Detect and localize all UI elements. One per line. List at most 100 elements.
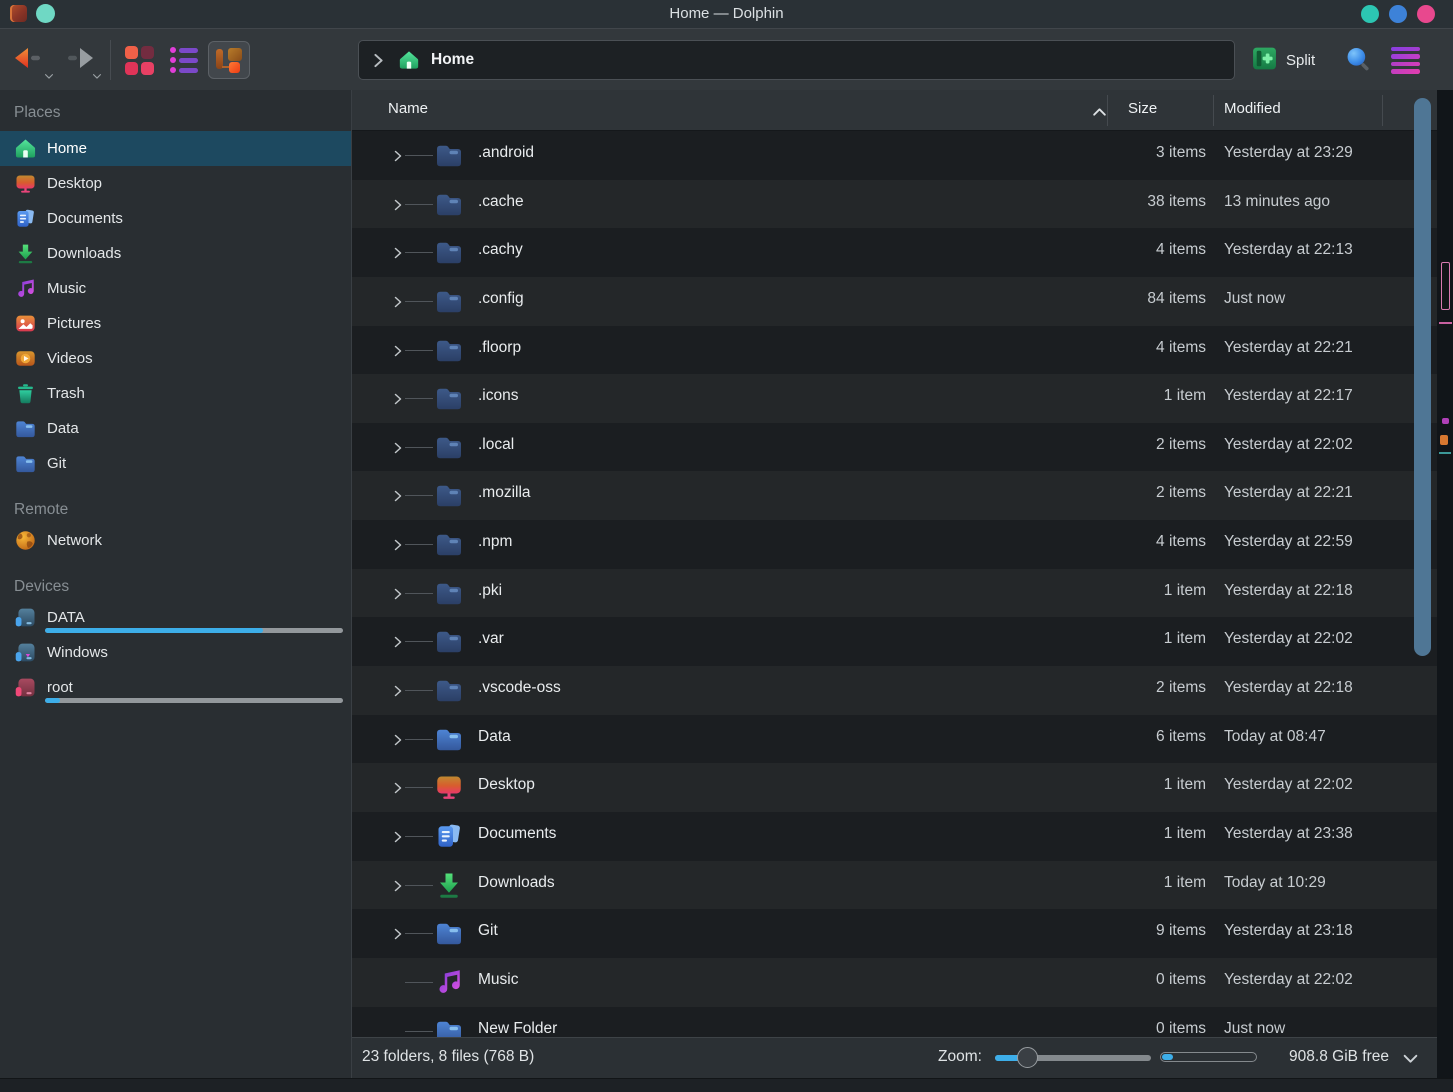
search-button[interactable]: [1344, 45, 1372, 73]
expand-chevron-icon[interactable]: [392, 781, 404, 793]
expand-chevron-icon[interactable]: [392, 927, 404, 939]
expand-chevron-icon[interactable]: [392, 635, 404, 647]
file-row--android[interactable]: .android3 itemsYesterday at 23:29: [352, 131, 1437, 180]
music-icon: [14, 277, 37, 300]
sidebar-item-label: Home: [47, 140, 87, 157]
forward-dropdown-chevron-icon[interactable]: [92, 67, 102, 85]
file-row--npm[interactable]: .npm4 itemsYesterday at 22:59: [352, 520, 1437, 569]
expand-chevron-icon[interactable]: [392, 684, 404, 696]
location-bar[interactable]: Home: [358, 40, 1235, 80]
file-row-new-folder[interactable]: New Folder0 itemsJust now: [352, 1007, 1437, 1037]
window-button-blue[interactable]: [1389, 5, 1407, 23]
free-space-chevron-icon[interactable]: [1402, 1052, 1419, 1070]
file-row--mozilla[interactable]: .mozilla2 itemsYesterday at 22:21: [352, 471, 1437, 520]
split-button[interactable]: Split: [1251, 44, 1315, 76]
column-separator[interactable]: [1213, 95, 1214, 126]
menu-icon: [1391, 47, 1420, 51]
file-row--vscode-oss[interactable]: .vscode-oss2 itemsYesterday at 22:18: [352, 666, 1437, 715]
folder-icon: [434, 1016, 464, 1037]
back-dropdown-chevron-icon[interactable]: [44, 67, 54, 85]
file-row--cache[interactable]: .cache38 items13 minutes ago: [352, 180, 1437, 229]
sidebar-item-home[interactable]: Home: [0, 131, 351, 166]
file-row--cachy[interactable]: .cachy4 itemsYesterday at 22:13: [352, 228, 1437, 277]
expand-chevron-icon[interactable]: [392, 392, 404, 404]
column-separator[interactable]: [1107, 95, 1108, 126]
tree-branch-line: [405, 495, 433, 496]
details-view-button[interactable]: [163, 41, 205, 79]
sort-ascending-icon[interactable]: [1092, 104, 1107, 121]
drive-root-icon: [14, 676, 37, 699]
file-row-data[interactable]: Data6 itemsToday at 08:47: [352, 715, 1437, 764]
expand-chevron-icon[interactable]: [392, 879, 404, 891]
zoom-slider[interactable]: [995, 1055, 1151, 1061]
expand-chevron-icon[interactable]: [392, 733, 404, 745]
file-row-documents[interactable]: Documents1 itemYesterday at 23:38: [352, 812, 1437, 861]
expand-chevron-icon[interactable]: [392, 198, 404, 210]
file-size: 1 item: [1052, 776, 1206, 794]
file-modified: Yesterday at 23:18: [1224, 922, 1353, 940]
file-row-downloads[interactable]: Downloads1 itemToday at 10:29: [352, 861, 1437, 910]
folder-hidden-icon: [434, 432, 464, 462]
breadcrumb-location[interactable]: Home: [431, 51, 474, 69]
tree-branch-line: [405, 252, 433, 253]
file-row-desktop[interactable]: Desktop1 itemYesterday at 22:02: [352, 763, 1437, 812]
background-fragment: [1439, 452, 1451, 454]
sidebar-item-music[interactable]: Music: [0, 271, 351, 306]
sidebar-item-git[interactable]: Git: [0, 446, 351, 481]
tree-view-button[interactable]: [208, 41, 250, 79]
sidebar-item-data[interactable]: DATA: [0, 600, 351, 635]
file-name: .local: [478, 436, 514, 454]
column-header-size[interactable]: Size: [1128, 100, 1157, 117]
back-button[interactable]: [12, 45, 56, 77]
expand-chevron-icon[interactable]: [392, 830, 404, 842]
column-separator[interactable]: [1382, 95, 1383, 126]
breadcrumb-chevron-icon: [371, 53, 386, 68]
file-modified: Yesterday at 22:21: [1224, 339, 1353, 357]
window-button-teal[interactable]: [1361, 5, 1379, 23]
tree-branch-line: [405, 204, 433, 205]
file-row-music[interactable]: Music0 itemsYesterday at 22:02: [352, 958, 1437, 1007]
sidebar-item-windows[interactable]: Windows: [0, 635, 351, 670]
icons-view-button[interactable]: [118, 41, 160, 79]
network-icon: [14, 529, 37, 552]
expand-chevron-icon[interactable]: [392, 246, 404, 258]
sidebar-item-label: Network: [47, 532, 102, 549]
file-row-git[interactable]: Git9 itemsYesterday at 23:18: [352, 909, 1437, 958]
sidebar-item-downloads[interactable]: Downloads: [0, 236, 351, 271]
file-name: New Folder: [478, 1020, 557, 1037]
column-header-modified[interactable]: Modified: [1224, 100, 1281, 117]
hamburger-menu-button[interactable]: [1391, 47, 1420, 74]
window-button-pink[interactable]: [1417, 5, 1435, 23]
expand-chevron-icon[interactable]: [392, 538, 404, 550]
column-header-name[interactable]: Name: [388, 100, 428, 117]
expand-chevron-icon[interactable]: [392, 587, 404, 599]
sidebar-item-root[interactable]: root: [0, 670, 351, 705]
vertical-scrollbar[interactable]: [1414, 98, 1431, 656]
file-name: .floorp: [478, 339, 521, 357]
file-row--pki[interactable]: .pki1 itemYesterday at 22:18: [352, 569, 1437, 618]
sidebar-item-pictures[interactable]: Pictures: [0, 306, 351, 341]
sidebar-item-trash[interactable]: Trash: [0, 376, 351, 411]
file-name: .npm: [478, 533, 512, 551]
file-size: 2 items: [1052, 679, 1206, 697]
file-row--icons[interactable]: .icons1 itemYesterday at 22:17: [352, 374, 1437, 423]
expand-chevron-icon[interactable]: [392, 344, 404, 356]
file-row--config[interactable]: .config84 itemsJust now: [352, 277, 1437, 326]
expand-chevron-icon[interactable]: [392, 489, 404, 501]
pictures-icon: [14, 312, 37, 335]
sidebar-item-desktop[interactable]: Desktop: [0, 166, 351, 201]
expand-chevron-icon[interactable]: [392, 441, 404, 453]
sidebar-item-label: Pictures: [47, 315, 101, 332]
expand-chevron-icon[interactable]: [392, 149, 404, 161]
file-modified: Yesterday at 22:21: [1224, 484, 1353, 502]
sidebar-item-documents[interactable]: Documents: [0, 201, 351, 236]
sidebar-item-network[interactable]: Network: [0, 523, 351, 558]
sidebar-item-videos[interactable]: Videos: [0, 341, 351, 376]
file-row--local[interactable]: .local2 itemsYesterday at 22:02: [352, 423, 1437, 472]
zoom-slider-handle[interactable]: [1017, 1047, 1038, 1068]
expand-chevron-icon[interactable]: [392, 295, 404, 307]
sidebar-item-data[interactable]: Data: [0, 411, 351, 446]
forward-button[interactable]: [60, 45, 104, 77]
file-row--var[interactable]: .var1 itemYesterday at 22:02: [352, 617, 1437, 666]
file-row--floorp[interactable]: .floorp4 itemsYesterday at 22:21: [352, 326, 1437, 375]
